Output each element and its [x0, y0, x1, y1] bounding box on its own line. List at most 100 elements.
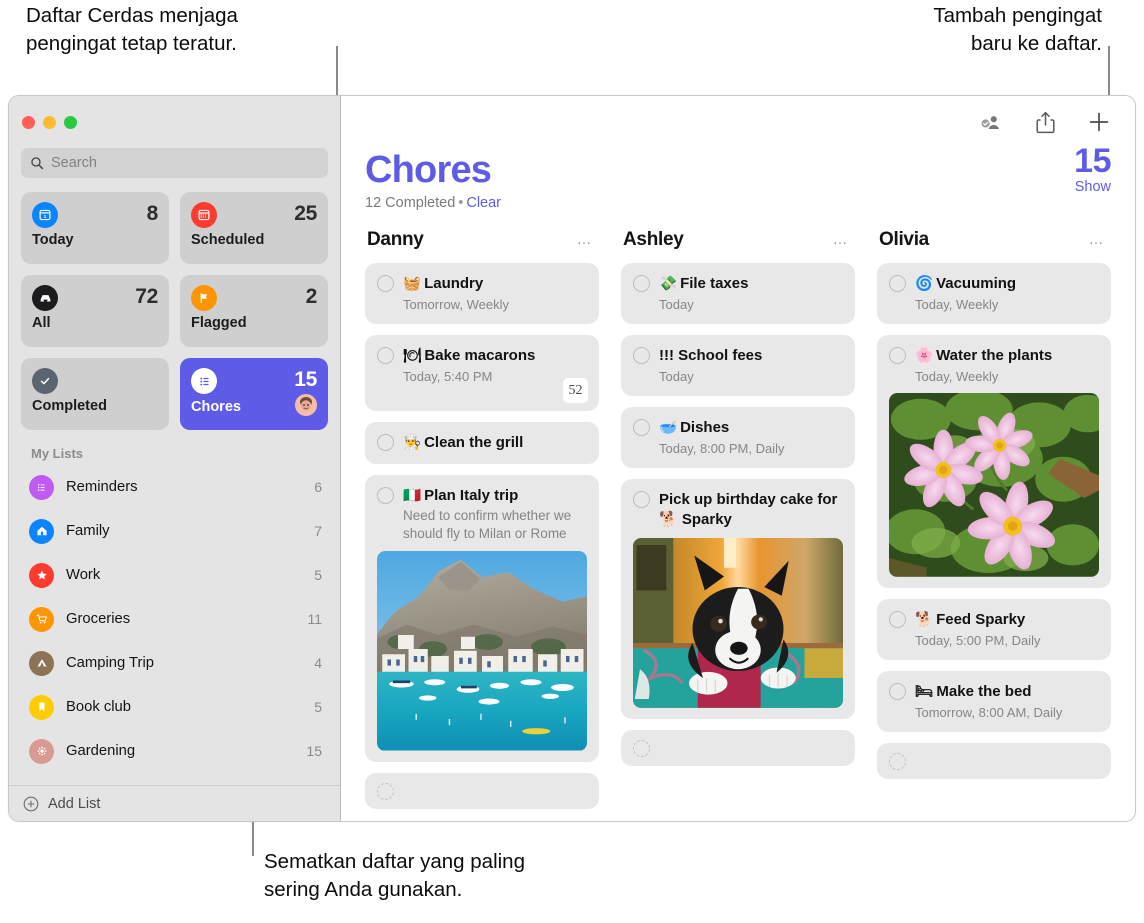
main-content: Chores 12 Completed • Clear 15 Show Danny … — [341, 96, 1135, 821]
new-reminder-placeholder[interactable] — [621, 729, 855, 766]
complete-checkbox[interactable] — [377, 487, 394, 504]
show-completed-button[interactable]: Show — [1074, 179, 1111, 195]
reminder-card[interactable]: Pick up birthday cake for 🐕 Sparky — [621, 479, 855, 719]
sidebar-item-camping-trip[interactable]: Camping Trip 4 — [9, 641, 340, 685]
complete-checkbox[interactable] — [889, 610, 906, 628]
sidebar-item-label: Camping Trip — [66, 655, 154, 671]
reminder-card[interactable]: 👨‍🍳 Clean the grill — [365, 422, 599, 464]
column-more-options-button[interactable]: … — [577, 232, 594, 247]
search-input[interactable]: Search — [21, 148, 328, 178]
reminder-meta: Tomorrow, 8:00 AM, Daily — [915, 704, 1063, 720]
reminder-card[interactable]: 🛏 Make the bed Tomorrow, 8:00 AM, Daily — [877, 670, 1111, 732]
column-danny: Danny … 🧺 Laundry Tomorrow, Weekly 🍽 Bak… — [365, 227, 599, 809]
add-list-button[interactable]: Add List — [9, 785, 340, 821]
reminder-meta: Today, 8:00 PM, Daily — [659, 441, 785, 456]
sidebar-item-reminders[interactable]: Reminders 6 — [9, 465, 340, 509]
sidebar-item-groceries[interactable]: Groceries 11 — [9, 597, 340, 641]
sidebar-item-label: Book club — [66, 699, 131, 715]
tent-icon — [29, 650, 54, 676]
complete-checkbox[interactable] — [633, 347, 650, 364]
assignee-columns: Danny … 🧺 Laundry Tomorrow, Weekly 🍽 Bak… — [341, 211, 1135, 809]
smart-list-all-count: 72 — [135, 285, 158, 308]
callout-leader-line-top-right — [1108, 46, 1110, 96]
checkmark-icon — [32, 368, 58, 394]
list-bullet-icon — [191, 368, 217, 394]
sidebar-item-count: 5 — [314, 567, 322, 583]
boston-terrier-photo[interactable] — [633, 538, 843, 708]
complete-checkbox[interactable] — [889, 682, 906, 700]
screenshot-root: Daftar Cerdas menjaga pengingat tetap te… — [0, 0, 1144, 923]
reminder-card[interactable]: !!! School fees Today — [621, 335, 855, 396]
dog-emoji-icon: 🐕 — [915, 611, 934, 628]
minimize-button[interactable] — [43, 116, 56, 129]
smart-list-flagged[interactable]: 2 Flagged — [180, 275, 328, 347]
smart-list-today[interactable]: 1 8 Today — [21, 192, 169, 264]
attachment-thumbnail[interactable]: 52 — [563, 378, 588, 403]
smart-list-flagged-count: 2 — [305, 285, 318, 308]
complete-checkbox[interactable] — [377, 347, 394, 364]
bookmark-icon — [29, 694, 54, 720]
callout-smart-lists: Daftar Cerdas menjaga pengingat tetap te… — [26, 4, 238, 55]
column-title: Danny — [367, 229, 424, 250]
column-more-options-button[interactable]: … — [833, 232, 850, 247]
new-reminder-placeholder[interactable] — [365, 772, 599, 809]
reminder-card[interactable]: 🌀 Vacuuming Today, Weekly — [877, 263, 1111, 324]
callout-pin-lists: Sematkan daftar yang paling sering Anda … — [264, 850, 525, 901]
complete-checkbox[interactable] — [889, 347, 906, 364]
complete-checkbox[interactable] — [889, 275, 906, 292]
flower-icon — [29, 738, 54, 764]
zoom-button[interactable] — [64, 116, 77, 129]
flag-icon — [191, 285, 217, 311]
sidebar-item-work[interactable]: Work 5 — [9, 553, 340, 597]
list-total-count: 15 — [1074, 142, 1111, 180]
smart-list-scheduled-label: Scheduled — [191, 232, 265, 248]
column-header: Ashley … — [621, 227, 855, 253]
window-traffic-lights — [9, 96, 340, 144]
complete-checkbox[interactable] — [377, 275, 394, 292]
smart-list-scheduled[interactable]: 25 Scheduled — [180, 192, 328, 264]
share-people-icon[interactable] — [979, 109, 1003, 135]
add-list-label: Add List — [48, 795, 101, 812]
reminder-card[interactable]: 🍽 Bake macarons Today, 5:40 PM 52 — [365, 335, 599, 411]
reminder-title: 🌸 Water the plants — [915, 347, 1053, 364]
my-lists-header: My Lists — [31, 446, 84, 461]
complete-checkbox[interactable] — [377, 434, 394, 451]
smart-list-completed-label: Completed — [32, 398, 107, 414]
complete-checkbox[interactable] — [633, 739, 650, 757]
complete-checkbox[interactable] — [889, 752, 906, 770]
reminder-card[interactable]: 🌸 Water the plants Today, Weekly — [877, 335, 1111, 588]
close-button[interactable] — [22, 116, 35, 129]
sidebar-item-count: 11 — [307, 611, 322, 627]
sidebar-item-book-club[interactable]: Book club 5 — [9, 685, 340, 729]
sidebar-item-family[interactable]: Family 7 — [9, 509, 340, 553]
page-title: Chores — [365, 149, 492, 191]
pink-cosmos-flowers-photo[interactable] — [889, 393, 1099, 577]
list-bullet-icon — [29, 474, 54, 500]
reminder-title: 🛏 Make the bed — [915, 682, 1032, 700]
complete-checkbox[interactable] — [633, 491, 650, 508]
clear-completed-button[interactable]: Clear — [466, 195, 501, 211]
reminder-card[interactable]: 🧺 Laundry Tomorrow, Weekly — [365, 263, 599, 324]
complete-checkbox[interactable] — [377, 782, 394, 800]
sidebar-item-count: 7 — [314, 523, 322, 539]
smart-list-all[interactable]: 72 All — [21, 275, 169, 347]
column-more-options-button[interactable]: … — [1089, 232, 1106, 247]
share-icon[interactable] — [1033, 109, 1057, 135]
add-reminder-button[interactable] — [1087, 109, 1111, 135]
reminder-card[interactable]: 🇮🇹 Plan Italy trip Need to confirm whethe… — [365, 475, 599, 762]
house-icon — [29, 518, 54, 544]
reminder-card[interactable]: 🥣 Dishes Today, 8:00 PM, Daily — [621, 407, 855, 468]
complete-checkbox[interactable] — [633, 419, 650, 436]
reminder-card[interactable]: 💸 File taxes Today — [621, 263, 855, 324]
new-reminder-placeholder[interactable] — [877, 742, 1111, 779]
coastal-village-photo[interactable] — [377, 551, 587, 751]
reminder-card[interactable]: 🐕 Feed Sparky Today, 5:00 PM, Daily — [877, 598, 1111, 660]
smart-list-completed[interactable]: Completed — [21, 358, 169, 430]
sidebar-item-gardening[interactable]: Gardening 15 — [9, 729, 340, 773]
reminder-title: 🌀 Vacuuming — [915, 275, 1017, 292]
calendar-today-icon: 1 — [32, 202, 58, 228]
smart-list-chores[interactable]: 15 Chores — [180, 358, 328, 430]
reminder-note: Need to confirm whether we should fly to… — [403, 508, 572, 541]
plus-icon — [1089, 112, 1109, 132]
complete-checkbox[interactable] — [633, 275, 650, 292]
